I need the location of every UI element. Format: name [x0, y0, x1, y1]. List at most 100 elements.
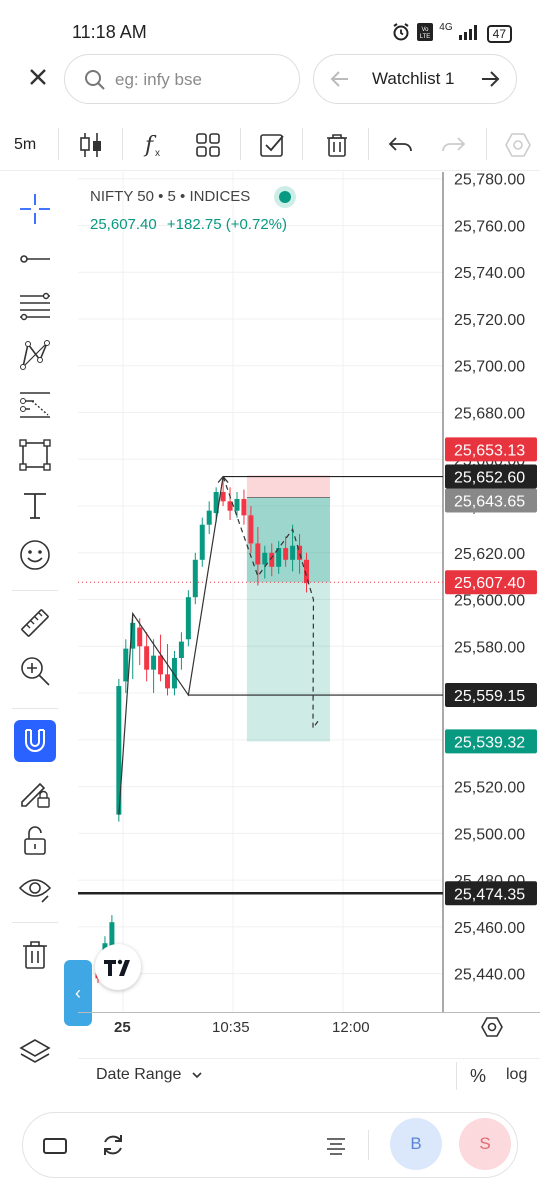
pattern-icon[interactable] — [18, 338, 52, 372]
remove-drawings-icon[interactable] — [18, 938, 52, 972]
time-label: 25 — [114, 1019, 131, 1036]
emoji-icon[interactable] — [18, 538, 52, 572]
candle-body — [269, 552, 275, 567]
text-icon[interactable] — [18, 488, 52, 522]
candle-body — [241, 499, 247, 516]
candle-body — [123, 648, 129, 682]
price-tick-label: 25,720.00 — [454, 312, 525, 329]
rectangle-icon[interactable] — [18, 438, 52, 472]
candle-body — [283, 548, 289, 560]
redo-icon[interactable] — [438, 130, 468, 160]
price-tag-label: 25,653.13 — [454, 442, 525, 459]
date-range-button[interactable]: Date Range — [96, 1066, 204, 1084]
price-tag-label: 25,607.40 — [454, 575, 525, 592]
close-icon — [30, 69, 46, 85]
price-chart[interactable]: 25,780.00 25,760.00 25,740.00 25,720.00 25,7… — [78, 172, 540, 1012]
refresh-icon[interactable] — [100, 1132, 126, 1158]
arrow-left-icon[interactable] — [328, 67, 352, 91]
candle-body — [248, 515, 254, 544]
candle-body — [206, 510, 212, 525]
price-tick-label: 25,500.00 — [454, 826, 525, 843]
candle-body — [144, 646, 150, 670]
price-tick-label: 25,740.00 — [454, 265, 525, 282]
candle-body — [158, 655, 164, 675]
legend-symbol: NIFTY 50 — [90, 187, 154, 205]
battery-icon: 47 — [486, 24, 512, 43]
arrow-right-icon[interactable] — [478, 67, 502, 91]
svg-text:Vo: Vo — [422, 27, 430, 33]
price-tag-label: 25,652.60 — [454, 470, 525, 487]
drawing-toolbar — [0, 172, 70, 1063]
status-time: 11:18 AM — [72, 22, 147, 42]
svg-text:x: x — [155, 148, 160, 159]
legend-exchange: INDICES — [189, 187, 251, 205]
candlestick-icon[interactable] — [76, 130, 106, 160]
trash-icon[interactable] — [322, 130, 352, 160]
price-tick-label: 25,440.00 — [454, 967, 525, 984]
chevron-down-icon — [192, 1072, 202, 1078]
price-tag-label: 25,474.35 — [454, 886, 525, 903]
candle-body — [165, 674, 170, 689]
status-icons: Vo LTE 4G 47 — [391, 22, 512, 45]
legend-price-row: 25,607.40 +182.75 (+0.72%) — [90, 216, 287, 233]
search-icon — [85, 70, 105, 90]
candle-body — [255, 543, 261, 565]
candle-body — [137, 627, 143, 647]
candle-body — [178, 641, 184, 658]
symbol-search[interactable] — [64, 54, 300, 104]
price-tick-label: 25,600.00 — [454, 593, 525, 610]
candle-body — [151, 655, 157, 670]
sell-button[interactable]: S — [459, 1118, 511, 1170]
target-zone-filled — [246, 497, 330, 583]
volte-icon: Vo LTE — [417, 23, 434, 44]
candle-body — [220, 491, 226, 502]
ruler-icon[interactable] — [18, 606, 52, 640]
bottom-action-bar — [22, 1112, 518, 1178]
search-input[interactable] — [113, 67, 287, 93]
price-tag-label: 25,559.15 — [454, 688, 525, 705]
price-tag-label: 25,539.32 — [454, 734, 525, 751]
watchlist-switcher[interactable]: Watchlist 1 — [313, 54, 517, 104]
order-panel-icon[interactable] — [324, 1134, 348, 1158]
settings-icon[interactable] — [503, 130, 533, 160]
watchlist-label: Watchlist 1 — [372, 69, 455, 88]
crosshair-icon[interactable] — [18, 192, 52, 226]
log-scale-button[interactable]: log — [506, 1066, 527, 1084]
fib-lines-icon[interactable] — [18, 290, 52, 324]
legend-price: 25,607.40 — [90, 216, 157, 233]
tradingview-logo — [95, 944, 141, 990]
layers-icon[interactable] — [18, 1036, 52, 1070]
trend-line-icon[interactable] — [18, 242, 52, 276]
candle-body — [192, 559, 198, 598]
time-label: 12:00 — [332, 1019, 370, 1036]
signal-icon — [458, 24, 481, 43]
legend-interval: 5 — [167, 187, 176, 205]
candle-body — [262, 552, 268, 565]
svg-text:LTE: LTE — [420, 34, 431, 40]
candle-body — [290, 545, 296, 560]
layout-grid-icon[interactable] — [193, 130, 223, 160]
timeframe-button[interactable]: 5m — [14, 136, 36, 154]
lock-pencil-icon[interactable] — [18, 776, 52, 810]
fullscreen-icon[interactable] — [42, 1134, 68, 1158]
candle-body — [234, 499, 240, 511]
eye-icon[interactable] — [18, 872, 52, 906]
indicators-icon[interactable]: fx — [140, 130, 170, 160]
zoom-in-icon[interactable] — [18, 654, 52, 688]
legend-change: +182.75 (+0.72%) — [166, 216, 287, 233]
checkbox-icon[interactable] — [257, 130, 287, 160]
chart-legend: NIFTY 50 • 5 • INDICES — [90, 186, 297, 208]
magnet-button[interactable] — [14, 720, 56, 762]
close-button[interactable] — [24, 64, 52, 92]
magnet-icon — [25, 729, 45, 752]
candle-body — [185, 597, 191, 640]
price-tick-label: 25,460.00 — [454, 920, 525, 937]
candle-body — [109, 922, 115, 946]
undo-icon[interactable] — [386, 130, 416, 160]
percent-scale-button[interactable]: % — [470, 1066, 486, 1087]
forecast-icon[interactable] — [18, 388, 52, 422]
buy-button[interactable]: B — [390, 1118, 442, 1170]
time-axis[interactable]: 25 10:35 12:00 — [78, 1012, 540, 1043]
unlock-icon[interactable] — [18, 824, 52, 858]
axis-settings-icon[interactable] — [480, 1015, 504, 1039]
